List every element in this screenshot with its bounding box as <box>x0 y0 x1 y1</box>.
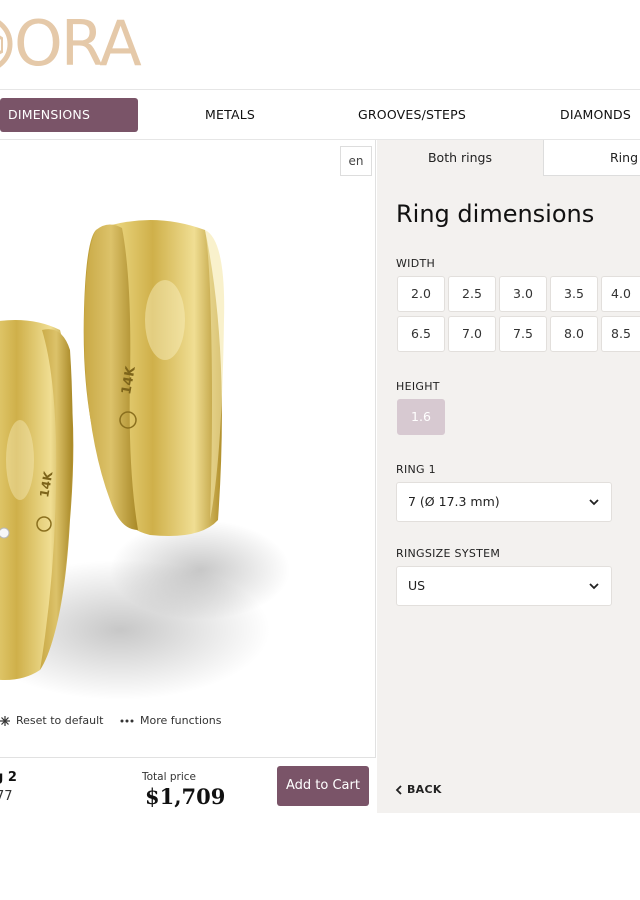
chevron-down-icon <box>589 583 599 590</box>
width-option[interactable]: 4.0 <box>601 276 640 312</box>
width-option[interactable]: 3.5 <box>550 276 598 312</box>
back-button[interactable]: BACK <box>395 783 442 796</box>
back-label: BACK <box>407 783 442 796</box>
more-functions-button[interactable]: More functions <box>120 714 221 727</box>
ring-preview-image[interactable]: 14K 14K <box>0 200 300 730</box>
tab-both-rings[interactable]: Both rings <box>377 140 543 176</box>
config-step-nav: DIMENSIONS METALS GROOVES/STEPS DIAMONDS <box>0 90 640 140</box>
chevron-down-icon <box>589 499 599 506</box>
nav-item-grooves-steps[interactable]: GROOVES/STEPS <box>350 98 474 132</box>
panel-title: Ring dimensions <box>396 200 595 228</box>
nav-item-dimensions[interactable]: DIMENSIONS <box>0 98 138 132</box>
ring1-size-select[interactable]: 7 (Ø 17.3 mm) <box>396 482 612 522</box>
ring-name: g 2 <box>0 770 17 785</box>
ring1-size-label: RING 1 <box>396 463 436 476</box>
height-option[interactable]: 1.6 <box>397 399 445 435</box>
width-option[interactable]: 2.5 <box>448 276 496 312</box>
ringsize-system-select[interactable]: US <box>396 566 612 606</box>
ringsize-system-value: US <box>408 578 426 593</box>
width-option[interactable]: 6.5 <box>397 316 445 352</box>
more-dots-icon <box>120 719 134 722</box>
height-label: HEIGHT <box>396 380 440 393</box>
width-option[interactable]: 3.0 <box>499 276 547 312</box>
add-to-cart-button[interactable]: Add to Cart <box>277 766 369 806</box>
tab-ring[interactable]: Ring <box>543 140 640 176</box>
total-price-label: Total price <box>142 771 196 783</box>
header: ORA <box>0 0 640 90</box>
total-price: $1,709 <box>145 784 226 809</box>
reset-label: Reset to default <box>16 714 104 727</box>
width-option[interactable]: 7.5 <box>499 316 547 352</box>
reset-asterisk-icon <box>0 715 10 726</box>
ringsize-system-label: RINGSIZE SYSTEM <box>396 547 501 560</box>
language-selector[interactable]: en <box>340 146 372 176</box>
ring-tabs: Both rings Ring <box>377 140 640 176</box>
brand-logo[interactable]: ORA <box>0 7 142 80</box>
diamond-logo-icon <box>0 20 13 68</box>
width-option[interactable]: 7.0 <box>448 316 496 352</box>
ring1-size-value: 7 (Ø 17.3 mm) <box>408 494 500 509</box>
price-summary-bar: g 2 77 Total price $1,709 Add to Cart <box>0 757 376 813</box>
chevron-left-icon <box>395 784 402 795</box>
ring-viewer: en 14K 14K Reset to default More functio… <box>0 140 376 813</box>
width-option[interactable]: 8.5 <box>601 316 640 352</box>
width-option[interactable]: 2.0 <box>397 276 445 312</box>
ring-sub: 77 <box>0 789 13 804</box>
reset-to-default-button[interactable]: Reset to default <box>0 714 103 727</box>
brand-logo-text: ORA <box>14 7 142 80</box>
width-label: WIDTH <box>396 257 436 270</box>
nav-item-diamonds[interactable]: DIAMONDS <box>552 98 640 132</box>
width-option[interactable]: 8.0 <box>550 316 598 352</box>
config-panel: Both rings Ring Ring dimensions WIDTH 2.… <box>377 140 640 813</box>
more-functions-label: More functions <box>140 714 222 727</box>
nav-item-metals[interactable]: METALS <box>185 98 275 132</box>
page-blank-area <box>0 813 640 900</box>
